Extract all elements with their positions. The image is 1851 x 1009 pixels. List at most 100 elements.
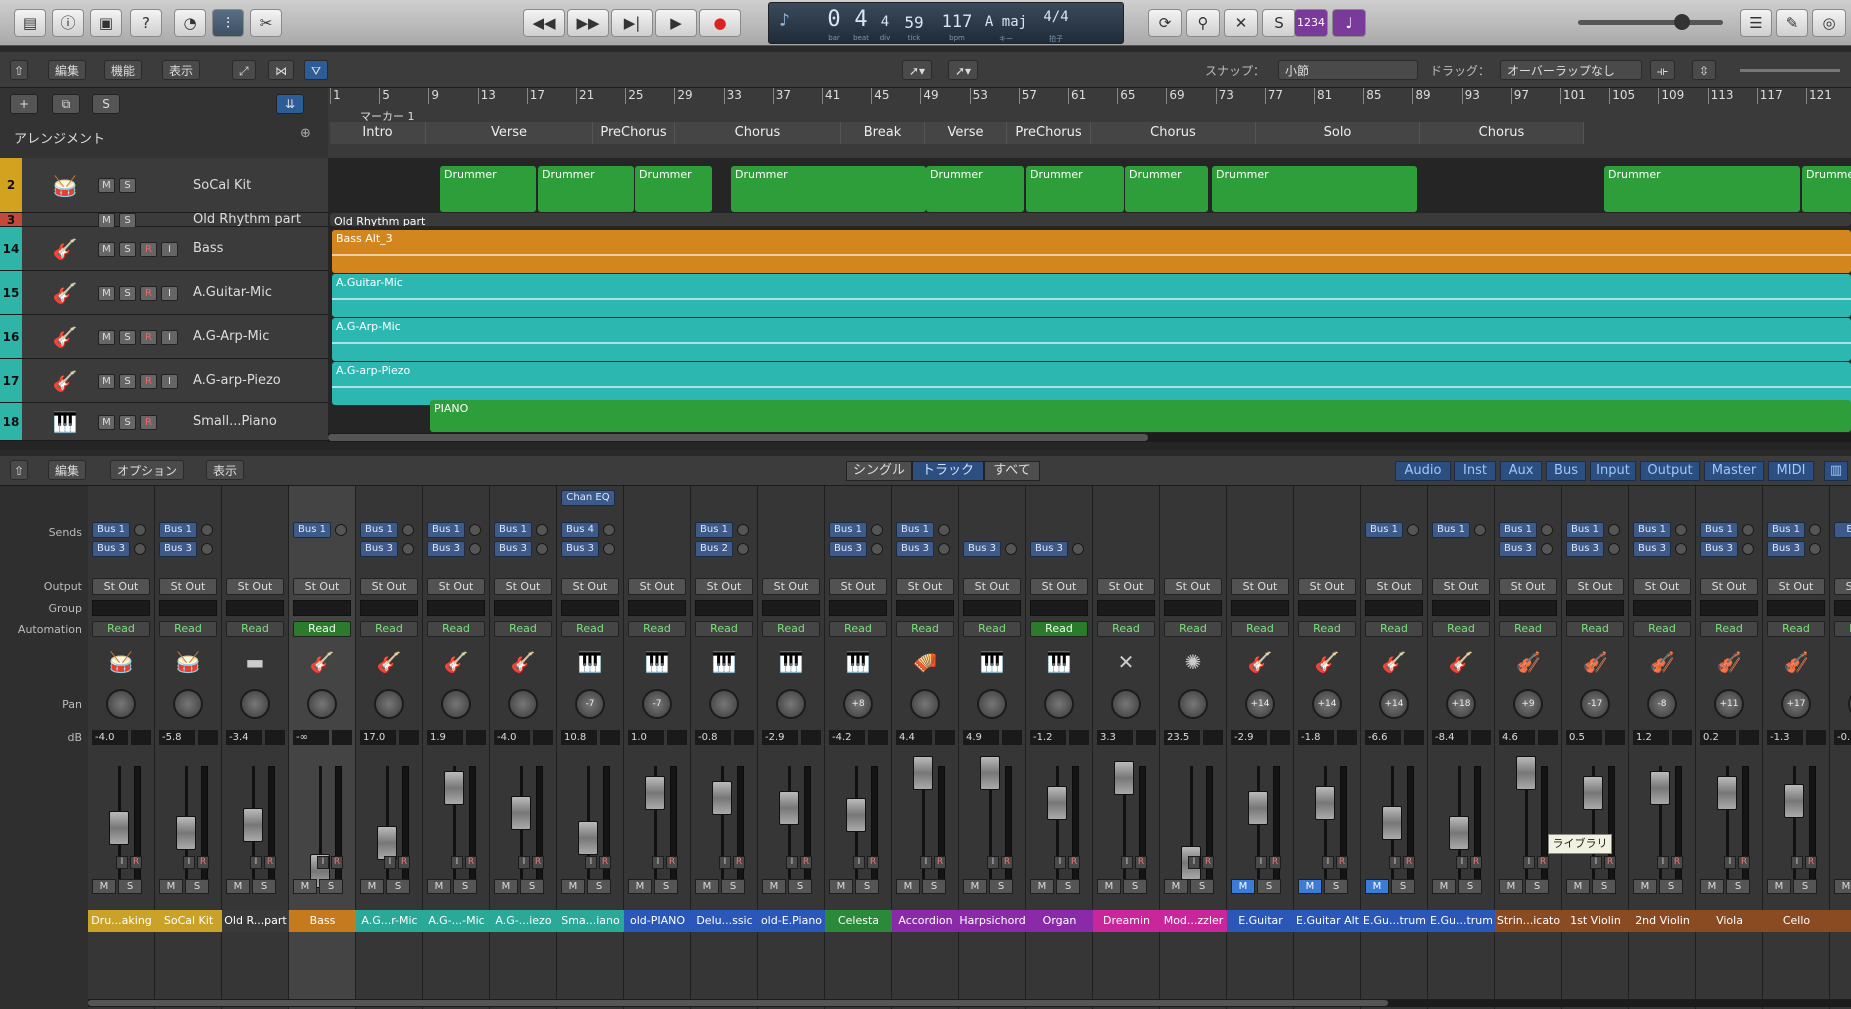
- section-intro[interactable]: Intro: [330, 122, 426, 144]
- input-monitor-button[interactable]: I: [853, 856, 865, 869]
- automation-mode[interactable]: Read: [762, 621, 820, 637]
- send-2-knob[interactable]: [134, 543, 146, 555]
- mute-button[interactable]: M: [1633, 879, 1657, 894]
- snap-select[interactable]: 小節: [1278, 60, 1418, 80]
- chan-eq-slot[interactable]: Chan EQ: [561, 490, 615, 506]
- send-1-knob[interactable]: [1407, 524, 1419, 536]
- send-2-knob[interactable]: [536, 543, 548, 555]
- send-2-slot[interactable]: Bus 3: [561, 541, 599, 557]
- input-monitor-button[interactable]: I: [317, 856, 329, 869]
- automation-mode[interactable]: Read: [963, 621, 1021, 637]
- filter-inst[interactable]: Inst: [1454, 461, 1496, 481]
- track-i-button[interactable]: I: [161, 373, 178, 389]
- send-2-knob[interactable]: [1541, 543, 1553, 555]
- output-slot[interactable]: St Out: [1432, 578, 1490, 595]
- output-slot[interactable]: St Out: [1231, 578, 1289, 595]
- automation-mode[interactable]: Read: [427, 621, 485, 637]
- output-slot[interactable]: St Out: [695, 578, 753, 595]
- mute-button[interactable]: M: [1231, 879, 1255, 894]
- input-monitor-button[interactable]: I: [1121, 856, 1133, 869]
- input-monitor-button[interactable]: I: [250, 856, 262, 869]
- output-slot[interactable]: St Out: [628, 578, 686, 595]
- filter-bus[interactable]: Bus: [1546, 461, 1586, 481]
- solo-button[interactable]: S: [922, 879, 946, 894]
- mute-button[interactable]: M: [293, 879, 317, 894]
- track-s-button[interactable]: S: [119, 285, 136, 301]
- track-s-button[interactable]: S: [119, 373, 136, 389]
- volume-fader[interactable]: [1382, 806, 1402, 840]
- track-i-button[interactable]: I: [161, 285, 178, 301]
- pan-knob[interactable]: [307, 689, 337, 719]
- track-m-button[interactable]: M: [98, 212, 115, 228]
- record-enable-button[interactable]: R: [1671, 856, 1683, 869]
- add-track-icon[interactable]: +: [10, 94, 38, 114]
- solo-button[interactable]: S: [1190, 879, 1214, 894]
- track-r-button[interactable]: R: [140, 414, 157, 430]
- solo-button[interactable]: S: [386, 879, 410, 894]
- automation-mode[interactable]: Read: [1365, 621, 1423, 637]
- track-s-button[interactable]: S: [119, 178, 136, 193]
- group-slot[interactable]: [427, 600, 485, 616]
- solo-button[interactable]: S: [1592, 879, 1616, 894]
- automation-mode[interactable]: Read: [159, 621, 217, 637]
- automation-mode[interactable]: Read: [561, 621, 619, 637]
- volume-fader[interactable]: [1784, 784, 1804, 818]
- group-slot[interactable]: [293, 600, 351, 616]
- track-s-button[interactable]: S: [119, 241, 136, 257]
- solo-button[interactable]: S: [1726, 879, 1750, 894]
- track-header-17[interactable]: 17 🎸 M S R I A.G-arp-Piezo: [0, 359, 328, 403]
- send-2-slot[interactable]: Bus 2: [695, 541, 733, 557]
- automation-mode[interactable]: Read: [1566, 621, 1624, 637]
- solo-icon[interactable]: S: [1262, 9, 1296, 37]
- forward-icon[interactable]: ▶▶: [567, 9, 609, 37]
- input-monitor-button[interactable]: I: [920, 856, 932, 869]
- mixer-menu-edit[interactable]: 編集: [48, 460, 87, 480]
- automation-mode[interactable]: Read: [293, 621, 351, 637]
- output-slot[interactable]: St Out: [1700, 578, 1758, 595]
- track-m-button[interactable]: M: [98, 241, 115, 257]
- record-enable-button[interactable]: R: [331, 856, 343, 869]
- group-slot[interactable]: [1834, 600, 1851, 616]
- send-1-knob[interactable]: [1608, 524, 1620, 536]
- pan-knob[interactable]: [776, 689, 806, 719]
- track-i-button[interactable]: I: [161, 329, 178, 345]
- pointer-tool-icon[interactable]: ➚▾: [902, 60, 933, 80]
- send-1-knob[interactable]: [201, 524, 213, 536]
- record-enable-button[interactable]: R: [264, 856, 276, 869]
- track-m-button[interactable]: M: [98, 178, 115, 193]
- pan-knob[interactable]: +14: [1312, 689, 1342, 719]
- solo-button[interactable]: S: [520, 879, 544, 894]
- automation-mode[interactable]: Read: [896, 621, 954, 637]
- arrange-menu-functions[interactable]: 機能: [104, 60, 143, 80]
- volume-fader[interactable]: [712, 781, 732, 815]
- volume-fader[interactable]: [846, 798, 866, 832]
- send-2-slot[interactable]: Bus 3: [159, 541, 197, 557]
- solo-button[interactable]: S: [118, 879, 142, 894]
- automation-mode[interactable]: Read: [1097, 621, 1155, 637]
- send-1-slot[interactable]: Bus 1: [896, 522, 934, 538]
- drummer-region[interactable]: Drummer: [538, 166, 634, 212]
- send-1-knob[interactable]: [871, 524, 883, 536]
- solo-button[interactable]: S: [721, 879, 745, 894]
- send-1-slot[interactable]: Bus 1: [92, 522, 130, 538]
- automation-mode[interactable]: Read: [1030, 621, 1088, 637]
- input-monitor-button[interactable]: I: [585, 856, 597, 869]
- track-header-16[interactable]: 16 🎸 M S R I A.G-Arp-Mic: [0, 315, 328, 359]
- mute-button[interactable]: M: [829, 879, 853, 894]
- solo-button[interactable]: S: [1324, 879, 1348, 894]
- record-enable-button[interactable]: R: [197, 856, 209, 869]
- track-s-button[interactable]: S: [119, 212, 136, 228]
- drummer-region[interactable]: Drummer: [1212, 166, 1417, 212]
- send-1-slot[interactable]: Bus 4: [561, 522, 599, 538]
- pan-knob[interactable]: [977, 689, 1007, 719]
- pan-knob[interactable]: +9: [1513, 689, 1543, 719]
- solo-button[interactable]: S: [989, 879, 1013, 894]
- volume-fader[interactable]: [1315, 786, 1335, 820]
- mute-button[interactable]: M: [427, 879, 451, 894]
- output-slot[interactable]: St Out: [226, 578, 284, 595]
- automation-mode[interactable]: Read: [1834, 621, 1851, 637]
- input-monitor-button[interactable]: I: [1456, 856, 1468, 869]
- add-section-icon[interactable]: ⊕: [300, 126, 311, 141]
- volume-fader[interactable]: [980, 756, 1000, 790]
- track-stack-icon[interactable]: ⧉: [52, 94, 80, 114]
